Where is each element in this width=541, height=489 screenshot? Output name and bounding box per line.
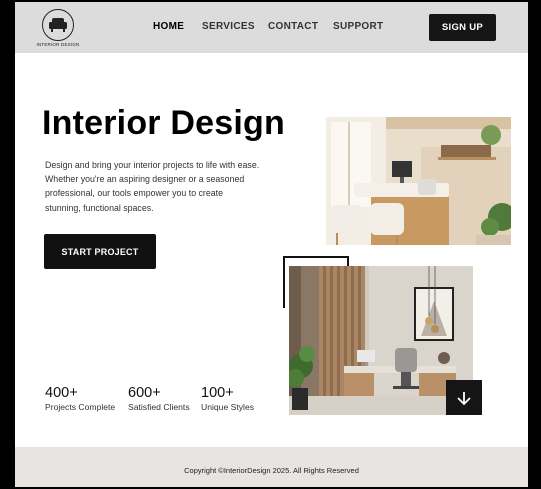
page-frame: INTERIOR DESIGN HOME SERVICES CONTACT SU…: [15, 2, 528, 487]
stat-projects: 400+ Projects Complete: [45, 385, 115, 412]
site-footer: Copyright ©InteriorDesign 2025. All Righ…: [15, 447, 528, 487]
nav-contact[interactable]: CONTACT: [268, 21, 318, 32]
scroll-down-button[interactable]: [446, 380, 482, 415]
stat-number: 400+: [45, 385, 78, 401]
site-logo[interactable]: INTERIOR DESIGN: [35, 6, 81, 48]
arrow-down-icon: [457, 391, 471, 405]
nav-home[interactable]: HOME: [153, 21, 184, 32]
stat-styles: 100+ Unique Styles: [201, 385, 254, 412]
start-project-button[interactable]: START PROJECT: [44, 234, 156, 269]
stat-label: Projects Complete: [45, 402, 116, 412]
site-header: INTERIOR DESIGN HOME SERVICES CONTACT SU…: [15, 2, 528, 53]
office-photo-top: [326, 117, 511, 245]
copyright-text: Copyright ©InteriorDesign 2025. All Righ…: [184, 466, 359, 475]
logo-text: INTERIOR DESIGN: [36, 42, 80, 47]
stat-number: 600+: [128, 385, 161, 401]
hero-description: Design and bring your interior projects …: [45, 160, 260, 213]
logo-circle: [42, 9, 74, 41]
stat-clients: 600+ Satisfied Clients: [128, 385, 190, 412]
sign-up-button[interactable]: SIGN UP: [429, 14, 496, 41]
stat-label: Satisfied Clients: [128, 402, 190, 412]
stat-label: Unique Styles: [201, 402, 255, 412]
nav-services[interactable]: SERVICES: [202, 21, 255, 32]
hero-title: Interior Design: [42, 104, 285, 142]
stat-number: 100+: [201, 385, 234, 401]
armchair-icon: [49, 18, 67, 32]
nav-support[interactable]: SUPPORT: [333, 21, 383, 32]
